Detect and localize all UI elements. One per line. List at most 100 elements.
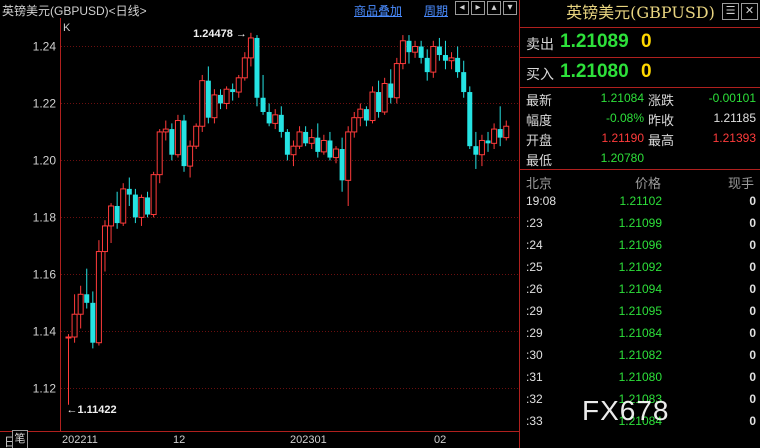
close-icon[interactable]: ✕ <box>741 3 758 20</box>
candle-down <box>467 92 473 147</box>
candle-down <box>376 92 382 112</box>
candle-down <box>90 302 96 343</box>
tick-row[interactable]: :31 1.21080 0 <box>520 366 760 388</box>
kline-chart-area[interactable]: 英镑美元(GBPUSD)<日线> 商品叠加 周期 ◂ ▸ ▴ ▾ K 1.12 1… <box>0 0 519 448</box>
candle-up <box>320 139 327 153</box>
candle-down <box>218 94 223 104</box>
candle-down <box>254 37 260 98</box>
low-price-marker: ←1.11422 <box>67 404 117 416</box>
candle-down <box>497 129 503 138</box>
tick-row[interactable]: :26 1.21094 0 <box>520 278 760 300</box>
candle-down <box>145 197 151 215</box>
y-tick-label: 1.18 <box>33 211 57 225</box>
candle-down <box>230 89 236 93</box>
candle-up <box>156 131 163 176</box>
candle-up <box>393 63 400 99</box>
sell-volume: 0 <box>641 31 652 52</box>
y-axis-line <box>60 18 61 431</box>
x-axis: 日线 202211 12 202301 02 <box>0 431 519 448</box>
change-value: -0.00101 <box>708 91 756 105</box>
tick-tab[interactable]: 笔 <box>12 430 28 448</box>
tick-row[interactable]: :25 1.21092 0 <box>520 256 760 278</box>
change-label: 涨跌 <box>648 93 675 108</box>
candle-up <box>412 45 419 53</box>
tick-row[interactable]: :23 1.21099 0 <box>520 212 760 234</box>
candle-up <box>108 205 115 227</box>
arrow-left-icon[interactable]: ◂ <box>455 1 469 15</box>
tick-price: 1.21092 <box>618 260 662 274</box>
candle-up <box>491 128 498 144</box>
tick-volume: 0 <box>749 370 756 384</box>
sell-row[interactable]: 卖出 1.21089 0 <box>520 28 760 56</box>
tick-volume: 0 <box>749 304 756 318</box>
y-axis-labels: 1.12 1.14 1.16 1.18 1.20 1.22 1.24 <box>33 40 57 396</box>
candle-up <box>241 57 248 79</box>
tick-row[interactable]: :30 1.21082 0 <box>520 344 760 366</box>
fx678-watermark: FX678 <box>582 395 670 426</box>
buy-row[interactable]: 买入 1.21080 0 <box>520 58 760 86</box>
candle-down <box>181 120 187 167</box>
arrow-right-icon[interactable]: ▸ <box>471 1 485 15</box>
candle-down <box>114 205 120 224</box>
tick-time: :33 <box>526 414 543 428</box>
tick-row[interactable]: :24 1.21096 0 <box>520 234 760 256</box>
candle-up <box>296 131 303 147</box>
candle-down <box>436 46 442 56</box>
sell-label: 卖出 <box>526 36 554 52</box>
quote-panel: 英镑美元(GBPUSD) ☰ ✕ 卖出 1.21089 0 买入 1.21080… <box>519 0 760 448</box>
high-price-marker: 1.24478 → <box>193 28 247 40</box>
menu-icon[interactable]: ☰ <box>722 3 739 20</box>
arrow-up-icon[interactable]: ▴ <box>487 1 501 15</box>
x-tick-label: 202211 <box>62 434 98 446</box>
tick-volume: 0 <box>749 194 756 208</box>
candle-down <box>284 131 290 155</box>
low-value: 1.20780 <box>600 151 644 165</box>
price-annotations: 1.24478 → ←1.11422 <box>67 28 247 416</box>
candle-down <box>418 46 424 58</box>
tick-row[interactable]: 19:08 1.21102 0 <box>520 190 760 212</box>
candle-down <box>84 294 90 303</box>
period-button[interactable]: 周期 <box>424 2 448 19</box>
grid-lines <box>61 46 519 389</box>
latest-label: 最新 <box>526 93 553 108</box>
candle-down <box>169 129 175 155</box>
tick-price: 1.21095 <box>618 304 662 318</box>
pct-label: 幅度 <box>526 113 553 128</box>
candle-up <box>308 137 315 144</box>
chart-header: 英镑美元(GBPUSD)<日线> 商品叠加 周期 ◂ ▸ ▴ ▾ <box>0 0 519 18</box>
candle-down <box>461 72 467 93</box>
tick-time: :32 <box>526 392 543 406</box>
candle-down <box>205 80 211 118</box>
overlay-button[interactable]: 商品叠加 <box>354 2 402 19</box>
tick-list-header: 北京 价格 现手 <box>520 172 760 191</box>
candle-up <box>351 117 358 133</box>
arrow-down-icon[interactable]: ▾ <box>503 1 517 15</box>
candle-down <box>278 114 284 132</box>
y-tick-label: 1.20 <box>33 154 57 168</box>
candle-up <box>503 125 510 139</box>
tick-volume: 0 <box>749 260 756 274</box>
tick-row[interactable]: :29 1.21095 0 <box>520 300 760 322</box>
tick-price: 1.21094 <box>618 282 662 296</box>
candle-down <box>455 57 461 73</box>
tick-volume: 0 <box>749 392 756 406</box>
tick-time: :30 <box>526 348 543 362</box>
open-value: 1.21190 <box>601 131 645 145</box>
tick-row[interactable]: :29 1.21084 0 <box>520 322 760 344</box>
candle-up <box>399 40 406 65</box>
low-label: 最低 <box>526 153 553 168</box>
candlestick-plot[interactable]: 1.12 1.14 1.16 1.18 1.20 1.22 1.24 1.24478 → ←1… <box>0 18 519 431</box>
tick-time: :31 <box>526 370 543 384</box>
candle-down <box>363 109 369 121</box>
candle-down <box>126 188 132 195</box>
high-value: 1.21393 <box>712 131 756 145</box>
x-tick-label: 12 <box>173 434 186 446</box>
candle-down <box>442 55 448 61</box>
buy-volume: 0 <box>641 61 652 82</box>
x-tick-label: 02 <box>434 434 447 446</box>
tick-time: :29 <box>526 304 543 318</box>
buy-label: 买入 <box>526 66 554 82</box>
tick-time: :23 <box>526 216 543 230</box>
chart-title: 英镑美元(GBPUSD)<日线> <box>2 4 147 18</box>
x-tick-label: 202301 <box>290 434 327 446</box>
